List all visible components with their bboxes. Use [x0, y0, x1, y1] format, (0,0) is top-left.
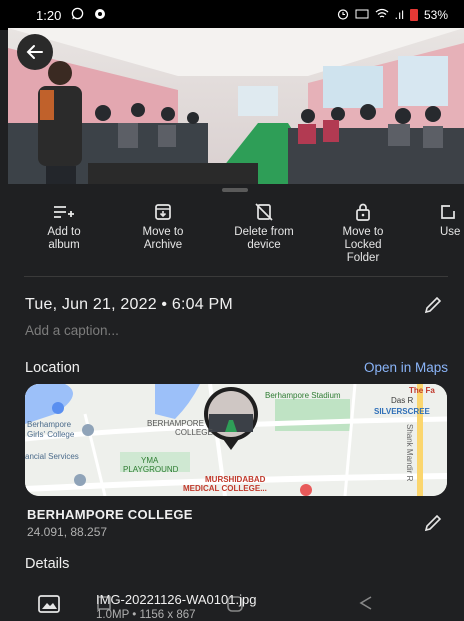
status-bar: 1:20 .ıl 53%	[0, 0, 464, 30]
move-to-locked-folder-label: Move to Locked Folder	[342, 226, 384, 264]
add-to-album-label: Add to album	[47, 226, 81, 251]
battery-icon	[409, 9, 418, 21]
photo-date-time: Tue, Jun 21, 2022 • 6:04 PM	[25, 296, 233, 313]
map-label-medical-1: MURSHIDABAD	[205, 475, 266, 484]
map-label-financial: ancial Services	[25, 452, 79, 461]
home-button[interactable]	[226, 595, 244, 618]
map-label-college-a: BERHAMPORE	[147, 419, 204, 428]
playlist-add-icon	[54, 206, 74, 218]
map-label-yma-2: PLAYGROUND	[123, 465, 179, 474]
details-heading: Details	[25, 556, 70, 572]
action-bar: Add to album Move to Archive Delete from…	[0, 198, 464, 278]
system-back-button[interactable]	[358, 595, 374, 616]
delete-from-device-icon	[255, 203, 273, 221]
map-label-girls-college-1: Berhampore	[27, 420, 72, 429]
map-label-girls-college-2: Girls' College	[27, 430, 75, 439]
map-label-stadium: Berhampore Stadium	[265, 391, 341, 400]
use-as-button[interactable]: Use	[418, 198, 464, 239]
move-to-archive-button[interactable]: Move to Archive	[117, 198, 209, 252]
lock-icon	[356, 203, 370, 221]
notification-icon	[94, 8, 106, 23]
info-sheet: Add to album Move to Archive Delete from…	[0, 184, 464, 621]
status-time: 1:20	[36, 7, 62, 23]
add-to-album-button[interactable]: Add to album	[18, 198, 110, 252]
edit-location-button[interactable]	[424, 514, 442, 537]
signal-icon: .ıl	[394, 8, 404, 22]
use-as-icon	[441, 205, 455, 219]
image-file-icon	[38, 595, 60, 618]
map-label-the-fa: The Fa	[409, 386, 435, 395]
place-name: BERHAMPORE COLLEGE	[27, 507, 193, 522]
map-label-road: Shank Mandir R	[405, 424, 414, 482]
location-map[interactable]: Berhampore Stadium The Fa Das R SILVERSC…	[25, 384, 447, 496]
move-to-archive-label: Move to Archive	[142, 226, 184, 251]
volte-icon	[355, 8, 369, 23]
sheet-drag-handle[interactable]	[222, 188, 248, 192]
caption-input[interactable]: Add a caption...	[25, 323, 119, 338]
map-label-silverscreen: SILVERSCREE	[374, 407, 430, 416]
delete-from-device-label: Delete from device	[234, 226, 294, 251]
open-in-maps-link[interactable]: Open in Maps	[364, 360, 448, 375]
whatsapp-icon	[71, 7, 84, 23]
triangle-back-icon	[359, 596, 372, 610]
pencil-icon	[424, 296, 442, 314]
map-label-college-b: COLLEGE	[175, 428, 213, 437]
back-button[interactable]	[17, 34, 53, 70]
coordinates: 24.091, 88.257	[27, 525, 108, 539]
use-as-label: Use	[440, 226, 461, 238]
archive-icon	[155, 204, 171, 220]
map-label-das: Das R	[391, 396, 414, 405]
recent-apps-button[interactable]	[96, 595, 112, 616]
photo-image	[8, 28, 464, 186]
arrow-back-icon	[26, 45, 43, 59]
divider	[24, 276, 448, 277]
map-label-medical-2: MEDICAL COLLEGE...	[183, 484, 267, 493]
location-heading: Location	[25, 360, 80, 376]
battery-percent: 53%	[423, 8, 448, 22]
photo-preview[interactable]	[8, 28, 464, 186]
pencil-icon	[424, 514, 442, 532]
move-to-locked-folder-button[interactable]: Move to Locked Folder	[317, 198, 409, 265]
recents-icon	[97, 596, 111, 610]
map-label-yma-1: YMA	[141, 456, 159, 465]
alarm-icon	[337, 8, 349, 23]
delete-from-device-button[interactable]: Delete from device	[218, 198, 310, 252]
edit-date-button[interactable]	[424, 296, 442, 319]
home-icon	[227, 596, 243, 612]
wifi-icon	[375, 8, 389, 23]
